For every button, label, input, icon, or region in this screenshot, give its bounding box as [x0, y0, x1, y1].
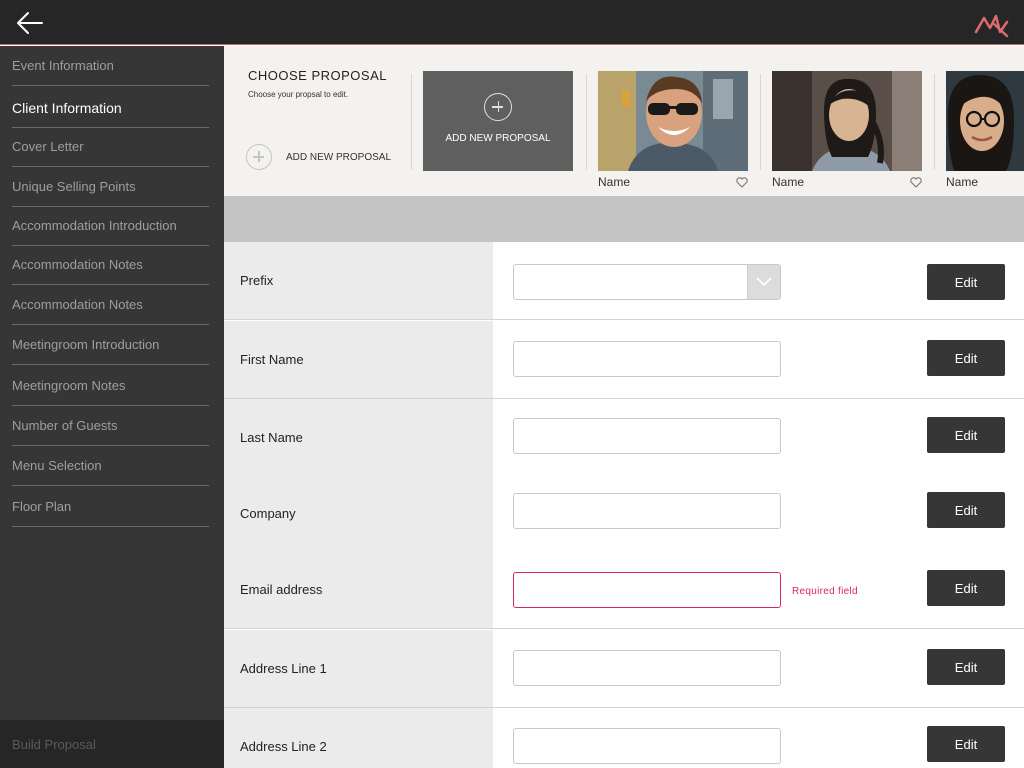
- add-proposal-tile: ADD NEW PROPOSAL: [423, 71, 573, 171]
- field-label: Address Line 2: [224, 708, 493, 768]
- edit-button[interactable]: Edit: [927, 649, 1005, 685]
- proposal-card-name: Name: [598, 175, 631, 189]
- divider: [934, 74, 935, 170]
- choose-proposal-title: CHOOSE PROPOSAL: [248, 68, 387, 83]
- sidebar-item-label: Number of Guests: [12, 418, 118, 433]
- company-field[interactable]: [513, 493, 781, 529]
- heart-icon[interactable]: [736, 177, 748, 188]
- edit-button[interactable]: Edit: [927, 340, 1005, 376]
- form-row-address-line-2: Address Line 2 Edit: [224, 708, 1024, 768]
- address-line-2-field[interactable]: [513, 728, 781, 764]
- sidebar-item-label: Floor Plan: [12, 499, 72, 514]
- woman-portrait-photo: [772, 71, 922, 171]
- field-label: Last Name: [224, 399, 493, 476]
- sidebar-item-accommodation-introduction[interactable]: Accommodation Introduction: [12, 206, 209, 246]
- field-label: Prefix: [224, 242, 493, 319]
- sidebar-item-client-information[interactable]: Client Information: [12, 88, 209, 128]
- choose-proposal-subtitle: Choose your propsal to edit.: [248, 90, 349, 99]
- field-label: Email address: [224, 551, 493, 628]
- address-line-1-field[interactable]: [513, 650, 781, 686]
- form-row-first-name: First Name Edit: [224, 321, 1024, 399]
- required-field-error: Required field: [792, 586, 858, 597]
- last-name-field[interactable]: [513, 418, 781, 454]
- proposal-card-name: Name: [772, 175, 805, 189]
- add-proposal-card[interactable]: ADD NEW PROPOSAL: [423, 71, 573, 171]
- sidebar-item-label: Menu Selection: [12, 458, 102, 473]
- proposal-card[interactable]: Name: [946, 71, 1024, 189]
- plus-circle-icon: [484, 92, 512, 121]
- sidebar-item-meetingroom-notes[interactable]: Meetingroom Notes: [12, 366, 209, 406]
- form-row-last-name: Last Name Edit: [224, 399, 1024, 477]
- sidebar-item-label: Accommodation Notes: [12, 297, 143, 312]
- proposal-card[interactable]: Name: [598, 71, 748, 189]
- brand-logo-icon: [974, 14, 1009, 38]
- sidebar-item-event-information[interactable]: Event Information: [12, 46, 209, 86]
- prefix-select[interactable]: [513, 264, 781, 300]
- first-name-field[interactable]: [513, 341, 781, 377]
- top-bar: [0, 0, 1024, 45]
- sidebar-item-cover-letter[interactable]: Cover Letter: [12, 127, 209, 167]
- dropdown-toggle[interactable]: [747, 265, 780, 299]
- edit-button[interactable]: Edit: [927, 417, 1005, 453]
- brand-logo[interactable]: [974, 10, 1010, 38]
- woman-glasses-photo: [946, 71, 1024, 171]
- edit-button[interactable]: Edit: [927, 726, 1005, 762]
- divider: [760, 74, 761, 170]
- proposal-thumbnail: [946, 71, 1024, 171]
- sidebar-item-label: Accommodation Notes: [12, 257, 143, 272]
- form-row-address-line-1: Address Line 1 Edit: [224, 630, 1024, 708]
- add-new-proposal-link[interactable]: ADD NEW PROPOSAL: [246, 144, 391, 170]
- sidebar-item-menu-selection[interactable]: Menu Selection: [12, 446, 209, 486]
- sidebar-item-label: Meetingroom Introduction: [12, 337, 160, 352]
- section-band: [224, 196, 1024, 242]
- sidebar-item-label: Event Information: [12, 58, 114, 73]
- field-label: First Name: [224, 321, 493, 398]
- field-label: Company: [224, 475, 493, 552]
- form-row-email: Email address Required field Edit: [224, 551, 1024, 629]
- form-row-prefix: Prefix Edit: [224, 242, 1024, 320]
- sidebar-item-meetingroom-introduction[interactable]: Meetingroom Introduction: [12, 325, 209, 365]
- sidebar-item-floor-plan[interactable]: Floor Plan: [12, 487, 209, 527]
- sidebar-item-label: Client Information: [12, 99, 122, 116]
- divider: [411, 74, 412, 170]
- chevron-down-icon: [756, 277, 772, 287]
- arrow-left-icon: [17, 12, 43, 34]
- sidebar: Event Information Client Information Cov…: [0, 46, 224, 768]
- proposal-thumbnail: [772, 71, 922, 171]
- proposal-card-name: Name: [946, 175, 979, 189]
- edit-button[interactable]: Edit: [927, 264, 1005, 300]
- sidebar-item-label: Accommodation Introduction: [12, 218, 177, 233]
- email-field[interactable]: [513, 572, 781, 608]
- sidebar-item-accommodation-notes[interactable]: Accommodation Notes: [12, 245, 209, 285]
- sidebar-item-unique-selling-points[interactable]: Unique Selling Points: [12, 167, 209, 207]
- sidebar-item-number-of-guests[interactable]: Number of Guests: [12, 406, 209, 446]
- plus-circle-icon: [246, 144, 272, 170]
- add-new-proposal-link-label: ADD NEW PROPOSAL: [286, 151, 392, 163]
- proposal-chooser: CHOOSE PROPOSAL Choose your propsal to e…: [224, 46, 1024, 196]
- back-button[interactable]: [14, 9, 46, 37]
- add-proposal-card-label: ADD NEW PROPOSAL: [445, 132, 551, 144]
- sidebar-item-label: Meetingroom Notes: [12, 378, 126, 393]
- edit-button[interactable]: Edit: [927, 570, 1005, 606]
- form-row-company: Company Edit: [224, 475, 1024, 553]
- heart-icon[interactable]: [910, 177, 922, 188]
- build-proposal-label: Build Proposal: [12, 736, 96, 752]
- edit-button[interactable]: Edit: [927, 492, 1005, 528]
- sidebar-item-label: Cover Letter: [12, 139, 84, 154]
- proposal-card[interactable]: Name: [772, 71, 922, 189]
- build-proposal-button[interactable]: Build Proposal: [0, 720, 224, 768]
- proposal-thumbnail: [598, 71, 748, 171]
- man-sunglasses-photo: [598, 71, 748, 171]
- sidebar-item-accommodation-notes-2[interactable]: Accommodation Notes: [12, 285, 209, 325]
- divider: [586, 74, 587, 170]
- field-label: Address Line 1: [224, 630, 493, 707]
- sidebar-item-label: Unique Selling Points: [12, 179, 136, 194]
